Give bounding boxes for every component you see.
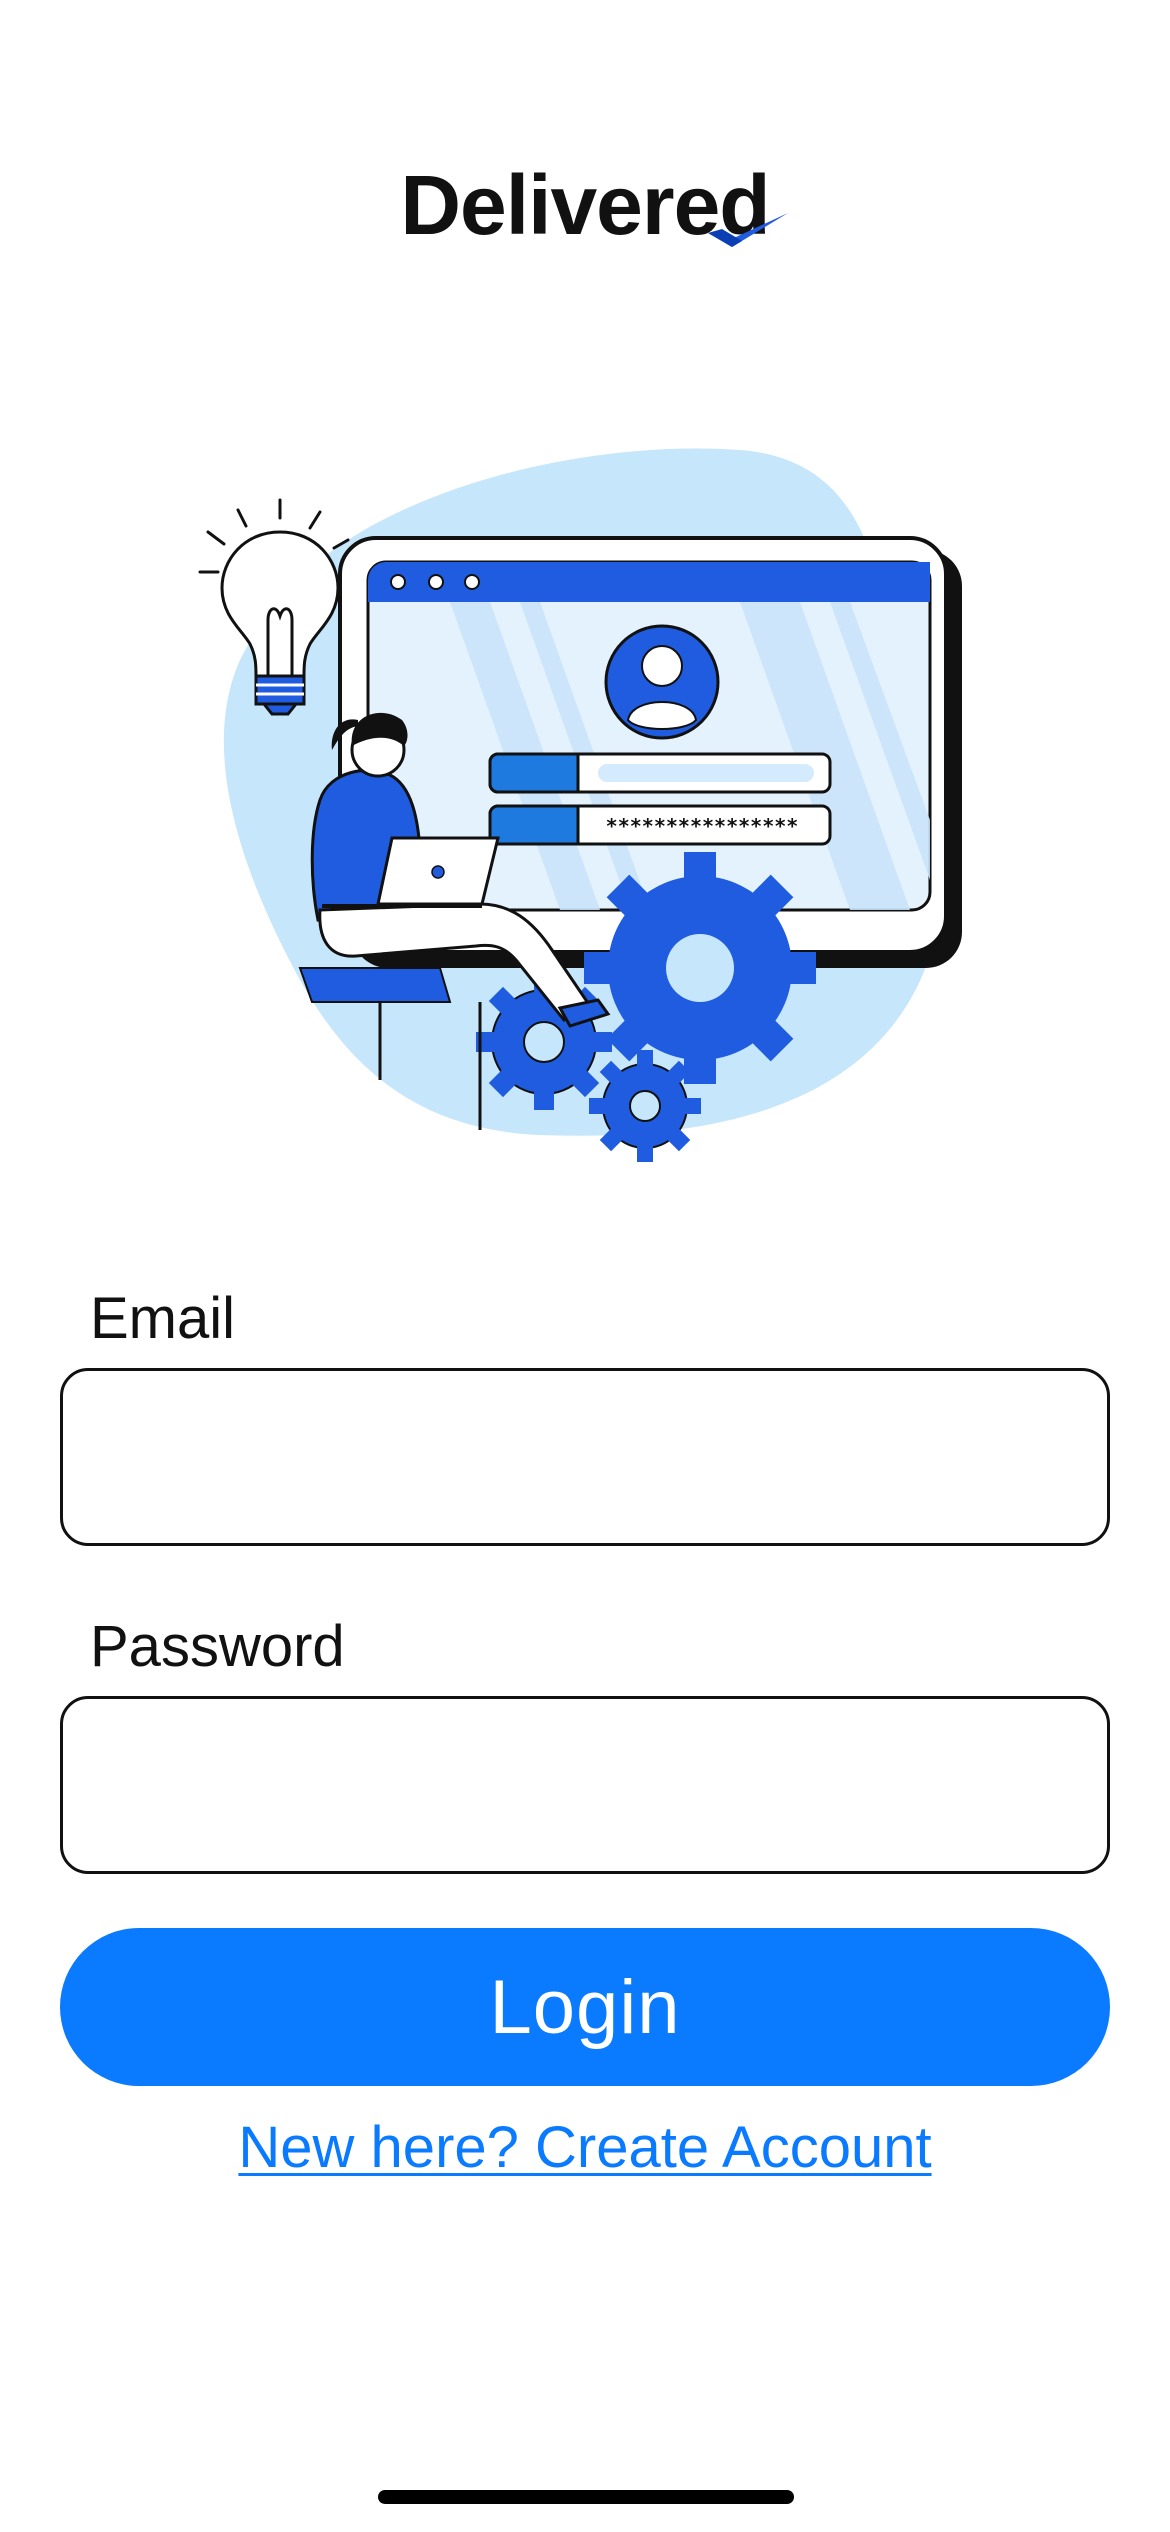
password-label: Password bbox=[90, 1614, 345, 1679]
create-account-link[interactable]: New here? Create Account bbox=[0, 2114, 1170, 2181]
home-indicator[interactable] bbox=[378, 2490, 794, 2504]
email-label: Email bbox=[90, 1286, 236, 1351]
user-avatar-icon bbox=[604, 624, 720, 740]
login-button[interactable]: Login bbox=[60, 1928, 1110, 2086]
app-logo: Delivered bbox=[0, 150, 1170, 260]
checkmark-icon bbox=[707, 213, 788, 247]
mock-password-mask: **************** bbox=[606, 814, 799, 838]
hero-illustration: **************** bbox=[198, 448, 962, 1162]
logo-wrap: Delivered bbox=[400, 163, 788, 247]
email-field[interactable] bbox=[60, 1368, 1110, 1546]
login-screen: Delivered **************** Email Passwor… bbox=[0, 0, 1170, 2532]
password-field[interactable] bbox=[60, 1696, 1110, 1874]
